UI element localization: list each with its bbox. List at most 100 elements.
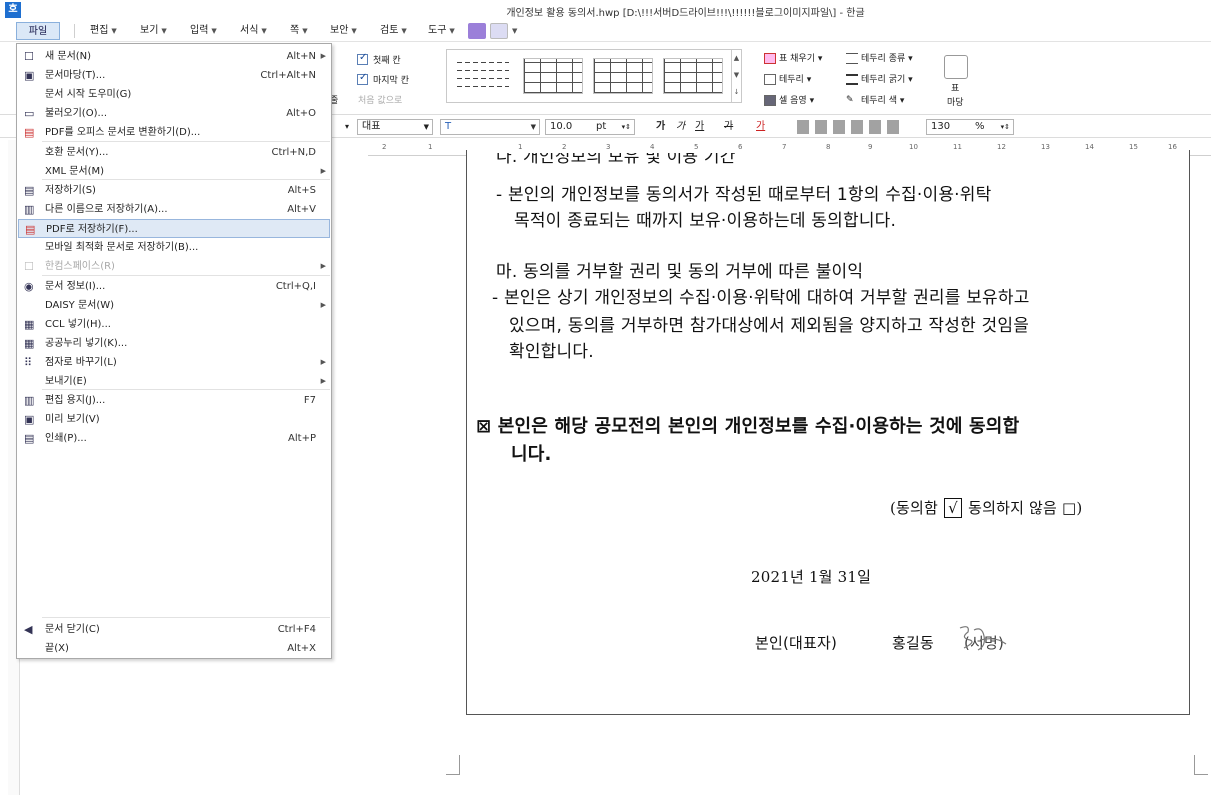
fill-table-button[interactable]: 표 채우기 ▾ [764, 51, 822, 64]
cell-shade-label: 셀 음영 [779, 96, 807, 106]
menu-item-shortcut: Ctrl+Q,I [275, 281, 316, 292]
menu-tools-label: 도구 [428, 25, 447, 36]
file-menu-item[interactable]: 문서 시작 도우미(G) [18, 85, 330, 104]
menu-tools[interactable]: 도구 ▼ [424, 23, 459, 39]
preview-icon: ▣ [24, 413, 35, 426]
menu-format[interactable]: 서식 ▼ [236, 23, 271, 39]
strike-button[interactable]: 가 [724, 119, 733, 135]
last-column-checkbox[interactable] [357, 72, 368, 85]
border-color-button[interactable]: ✎ 테두리 색 ▾ [846, 93, 904, 106]
file-menu-item[interactable]: ▤ PDF로 저장하기(F)... [18, 219, 330, 238]
doc-person-name: 홍길동 [892, 634, 935, 652]
file-menu-item[interactable]: ⠿ 점자로 바꾸기(L) ▶ [18, 353, 330, 372]
file-menu-item[interactable]: 보내기(E) ▶ [18, 372, 330, 391]
grid-view-icon[interactable] [490, 23, 508, 39]
menu-page[interactable]: 쪽 ▼ [286, 23, 312, 39]
font-size-field[interactable]: 10.0 pt ▾⇕ [545, 119, 635, 135]
file-menu-dropdown: ☐ 새 문서(N) Alt+N ▶ ▣ 문서마당(T)... Ctrl+Alt+N 문서 시작… [16, 43, 332, 659]
menu-item-shortcut: Ctrl+F4 [277, 624, 316, 635]
chevron-right-icon: ▶ [320, 262, 326, 270]
file-menu-item[interactable]: 끝(X) Alt+X [18, 639, 330, 658]
menu-item-label: 다른 이름으로 저장하기(A)... [45, 204, 168, 215]
border-width-button[interactable]: 테두리 굵기 ▾ [846, 72, 913, 85]
chevron-down-icon: ▼ [530, 123, 536, 131]
agree-checkbox: √ [944, 498, 963, 518]
file-menu-item[interactable]: 모바일 최적화 문서로 저장하기(B)... [18, 238, 330, 257]
menu-view[interactable]: 보기 ▼ [136, 23, 171, 39]
file-menu-item[interactable]: 호환 문서(Y)... Ctrl+N,D [18, 143, 330, 162]
chevron-down-icon[interactable]: ▼ [512, 23, 522, 39]
menu-item-label: 끝(X) [45, 643, 69, 654]
menu-insert-label: 입력 [190, 25, 209, 36]
border-type-button[interactable]: 테두리 종류 ▾ [846, 51, 913, 64]
gallery-scroll[interactable]: ▲ ▼ ↓ [731, 50, 741, 102]
file-menu-item[interactable]: ▤ 저장하기(S) Alt+S [18, 181, 330, 200]
align-buttons[interactable] [797, 120, 905, 134]
menu-item-label: 문서 시작 도우미(G) [45, 89, 132, 100]
file-menu-item[interactable]: ◉ 문서 정보(I)... Ctrl+Q,I [18, 277, 330, 296]
border-button[interactable]: 테두리 ▾ [764, 72, 811, 85]
table-style-option[interactable] [523, 58, 583, 94]
chevron-right-icon: ▶ [320, 358, 326, 366]
menu-review[interactable]: 검토 ▼ [376, 23, 411, 39]
quick-toolbar: ▼ [468, 23, 528, 39]
file-menu-item[interactable]: ▣ 문서마당(T)... Ctrl+Alt+N [18, 66, 330, 85]
style-dashed-line [457, 62, 509, 63]
file-menu-item[interactable]: XML 문서(M) ▶ [18, 162, 330, 181]
menu-security[interactable]: 보안 ▼ [326, 23, 361, 39]
chevron-down-icon: ▼ [423, 123, 429, 131]
table-style-option[interactable] [663, 58, 723, 94]
zoom-field[interactable]: 130% ▾⇕ [926, 119, 1014, 135]
file-menu-item[interactable]: ▤ 인쇄(P)... Alt+P [18, 429, 330, 448]
first-column-checkbox[interactable] [357, 52, 368, 65]
file-menu-item[interactable]: ▥ 다른 이름으로 저장하기(A)... Alt+V [18, 200, 330, 219]
chevron-down-icon[interactable]: ▾ [345, 119, 349, 135]
file-menu-item[interactable]: ☐ 새 문서(N) Alt+N ▶ [18, 47, 330, 66]
menu-edit[interactable]: 편집 ▼ [86, 23, 121, 39]
italic-button[interactable]: 가 [676, 119, 685, 135]
underline-button[interactable]: 가 [695, 119, 704, 135]
text-color-button[interactable]: 가 [756, 119, 765, 135]
title-bar: 호 개인정보 활용 동의서.hwp [D:\!!!서버D드라이브!!!\!!!!… [0, 0, 1211, 20]
style-select[interactable]: 대표 ▼ [357, 119, 433, 135]
doc-paragraph-line: 있으며, 동의를 거부하면 참가대상에서 제외됨을 양지하고 작성한 것임을 [509, 316, 1030, 336]
font-size-value: 10.0 [550, 121, 573, 132]
font-select[interactable]: T ▼ [440, 119, 540, 135]
menu-item-label: PDF로 저장하기(F)... [46, 224, 138, 235]
menu-insert[interactable]: 입력 ▼ [186, 23, 221, 39]
doc-agree-row: (동의함 √ 동의하지 않음 □) [890, 497, 1082, 518]
file-menu-item: ☐ 한컴스페이스(R) ▶ [18, 257, 330, 276]
menu-separator [42, 617, 330, 618]
file-menu-item[interactable]: ▦ CCL 넣기(H)... [18, 315, 330, 334]
doc-date: 2021년 1월 31일 [751, 568, 872, 586]
menu-item-shortcut: Ctrl+N,D [271, 147, 316, 158]
doc-paragraph-line: 목적이 종료되는 때까지 보유·이용하는데 동의합니다. [514, 211, 897, 231]
menu-item-label: PDF를 오피스 문서로 변환하기(D)... [45, 127, 201, 138]
menu-item-shortcut: Alt+S [287, 185, 316, 196]
file-menu-item[interactable]: ▥ 편집 용지(J)... F7 [18, 391, 330, 410]
file-menu-item[interactable]: DAISY 문서(W) ▶ [18, 296, 330, 315]
margin-label[interactable]: 마당 [947, 95, 964, 108]
file-menu-item[interactable]: ▤ PDF를 오피스 문서로 변환하기(D)... [18, 123, 330, 142]
table-style-option[interactable] [593, 58, 653, 94]
border-width-icon [846, 74, 858, 85]
spinner-icon: ▾⇕ [621, 123, 631, 131]
table-style-gallery[interactable]: ▲ ▼ ↓ [446, 49, 742, 103]
menu-item-label: CCL 넣기(H)... [45, 319, 111, 330]
file-menu-item[interactable]: ▭ 불러오기(O)... Alt+O [18, 104, 330, 123]
border-label: 테두리 [779, 75, 804, 85]
file-menu-item[interactable]: ◀ 문서 닫기(C) Ctrl+F4 [18, 620, 330, 639]
reset-value-button[interactable]: 처음 값으로 [358, 93, 402, 106]
edit-mode-icon[interactable] [468, 23, 486, 39]
cell-shade-button[interactable]: 셀 음영 ▾ [764, 93, 814, 106]
file-menu-item[interactable]: ▣ 미리 보기(V) [18, 410, 330, 429]
menu-view-label: 보기 [140, 25, 159, 36]
table-icon[interactable] [944, 55, 968, 79]
file-menu-item[interactable]: ▦ 공공누리 넣기(K)... [18, 334, 330, 353]
bold-button[interactable]: 가 [656, 119, 665, 135]
menu-format-label: 서식 [240, 25, 259, 36]
menu-item-shortcut: Alt+N [286, 51, 316, 62]
menu-file[interactable]: 파일 [16, 22, 60, 40]
border-color-label: 테두리 색 [861, 96, 897, 106]
chevron-down-icon: ▼ [111, 27, 117, 35]
